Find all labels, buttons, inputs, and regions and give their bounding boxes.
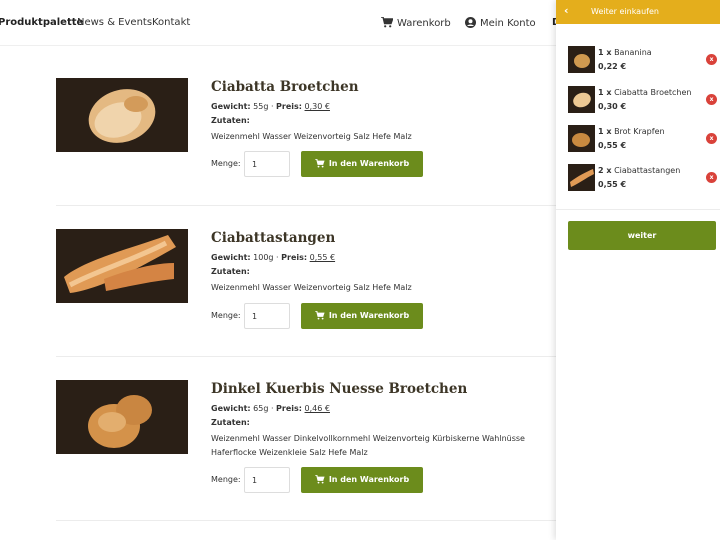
price-label: Preis: [281, 253, 308, 262]
cart-item: 1 x Brot Krapfen 0,55 € x [568, 125, 717, 153]
cart-item-name: 1 x Brot Krapfen [598, 127, 665, 136]
add-to-cart-button[interactable]: In den Warenkorb [301, 467, 423, 493]
cart-side-panel: ‹ Weiter einkaufen 1 x Bananina 0,22 € x… [556, 0, 720, 540]
product-meta: Gewicht: 55g · Preis: 0,30 € [211, 102, 330, 111]
ingredients-text: Weizenmehl Wasser Weizenvorteig Salz Hef… [211, 283, 412, 292]
add-to-cart-label: In den Warenkorb [328, 159, 410, 168]
quantity-input[interactable]: 1 [244, 303, 290, 329]
cart-item-thumbnail [568, 164, 595, 191]
product-image[interactable] [56, 380, 188, 454]
meta-separator: · [276, 253, 279, 262]
product-card: Ciabattastangen Gewicht: 100g · Preis: 0… [56, 229, 556, 339]
product-meta: Gewicht: 65g · Preis: 0,46 € [211, 404, 330, 413]
add-to-cart-label: In den Warenkorb [328, 475, 410, 484]
remove-item-icon[interactable]: x [706, 94, 717, 105]
ingredients-label: Zutaten: [211, 116, 250, 125]
add-to-cart-label: In den Warenkorb [328, 311, 410, 320]
cart-item-qty: 2 x [598, 166, 612, 175]
cart-item: 2 x Ciabattastangen 0,55 € x [568, 164, 717, 192]
remove-item-icon[interactable]: x [706, 172, 717, 183]
weight-value: 55g [253, 102, 269, 111]
weight-label: Gewicht: [211, 253, 251, 262]
cart-icon [314, 475, 325, 484]
cart-icon [314, 311, 325, 320]
cart-item-price: 0,30 € [598, 102, 627, 111]
cart-item-name: 2 x Ciabattastangen [598, 166, 680, 175]
product-image[interactable] [56, 229, 188, 303]
product-title[interactable]: Ciabatta Broetchen [211, 79, 359, 95]
user-circle-icon [465, 17, 476, 28]
quantity-input[interactable]: 1 [244, 467, 290, 493]
cart-item-title: Ciabatta Broetchen [614, 88, 692, 97]
remove-item-icon[interactable]: x [706, 54, 717, 65]
cart-item: 1 x Bananina 0,22 € x [568, 46, 717, 74]
cart-item-title: Brot Krapfen [614, 127, 665, 136]
quantity-label: Menge: [211, 475, 241, 484]
nav-warenkorb-label: Warenkorb [397, 18, 451, 29]
product-card: Dinkel Kuerbis Nuesse Broetchen Gewicht:… [56, 380, 556, 500]
cart-item-thumbnail [568, 125, 595, 152]
dinkel-roll-image [56, 380, 188, 454]
cart-item-qty: 1 x [598, 48, 612, 57]
cart-item-thumbnail [568, 46, 595, 73]
ciabatta-roll-image [56, 78, 188, 152]
weight-value: 100g [253, 253, 274, 262]
cart-divider [556, 209, 720, 210]
cart-item: 1 x Ciabatta Broetchen 0,30 € x [568, 86, 717, 114]
weight-label: Gewicht: [211, 102, 251, 111]
continue-button[interactable]: weiter [568, 221, 716, 250]
ciabattastangen-image [56, 229, 188, 303]
nav-kontakt[interactable]: Kontakt [152, 17, 190, 28]
back-chevron-icon[interactable]: ‹ [564, 4, 569, 17]
cart-item-name: 1 x Bananina [598, 48, 652, 57]
cart-item-title: Bananina [614, 48, 652, 57]
nav-warenkorb[interactable]: Warenkorb [381, 17, 451, 29]
product-meta: Gewicht: 100g · Preis: 0,55 € [211, 253, 335, 262]
nav-produktpalette[interactable]: Produktpalette [0, 17, 83, 28]
product-title[interactable]: Dinkel Kuerbis Nuesse Broetchen [211, 381, 467, 397]
quantity-label: Menge: [211, 311, 241, 320]
cart-icon [314, 159, 325, 168]
remove-item-icon[interactable]: x [706, 133, 717, 144]
nav-mein-konto-label: Mein Konto [480, 18, 536, 29]
divider [56, 520, 556, 521]
ingredients-text: Weizenmehl Wasser Weizenvorteig Salz Hef… [211, 132, 412, 141]
product-card: Ciabatta Broetchen Gewicht: 55g · Preis:… [56, 78, 556, 188]
cart-icon [381, 17, 393, 28]
cart-item-qty: 1 x [598, 88, 612, 97]
cart-item-price: 0,55 € [598, 180, 627, 189]
add-to-cart-button[interactable]: In den Warenkorb [301, 151, 423, 177]
cart-item-title: Ciabattastangen [614, 166, 681, 175]
cart-item-price: 0,22 € [598, 62, 627, 71]
ingredients-text: Weizenmehl Wasser Dinkelvollkornmehl Wei… [211, 434, 525, 457]
product-title[interactable]: Ciabattastangen [211, 230, 335, 246]
product-image[interactable] [56, 78, 188, 152]
divider [56, 356, 556, 357]
add-to-cart-button[interactable]: In den Warenkorb [301, 303, 423, 329]
price-value: 0,30 € [304, 102, 330, 111]
divider [56, 205, 556, 206]
ingredients-label: Zutaten: [211, 267, 250, 276]
continue-shopping-link[interactable]: Weiter einkaufen [591, 7, 659, 16]
weight-label: Gewicht: [211, 404, 251, 413]
cart-item-thumbnail [568, 86, 595, 113]
cart-item-qty: 1 x [598, 127, 612, 136]
meta-separator: · [270, 102, 274, 111]
quantity-label: Menge: [211, 159, 241, 168]
cart-item-price: 0,55 € [598, 141, 627, 150]
nav-mein-konto[interactable]: Mein Konto [465, 17, 536, 29]
cart-header[interactable]: ‹ Weiter einkaufen [556, 0, 720, 24]
quantity-input[interactable]: 1 [244, 151, 290, 177]
weight-value: 65g [253, 404, 269, 413]
nav-news-events[interactable]: News & Events [77, 17, 152, 28]
price-label: Preis: [276, 404, 302, 413]
price-label: Preis: [276, 102, 302, 111]
ingredients-label: Zutaten: [211, 418, 250, 427]
price-value: 0,55 € [309, 253, 336, 262]
price-value: 0,46 € [304, 404, 330, 413]
cart-item-name: 1 x Ciabatta Broetchen [598, 88, 692, 97]
meta-separator: · [270, 404, 274, 413]
